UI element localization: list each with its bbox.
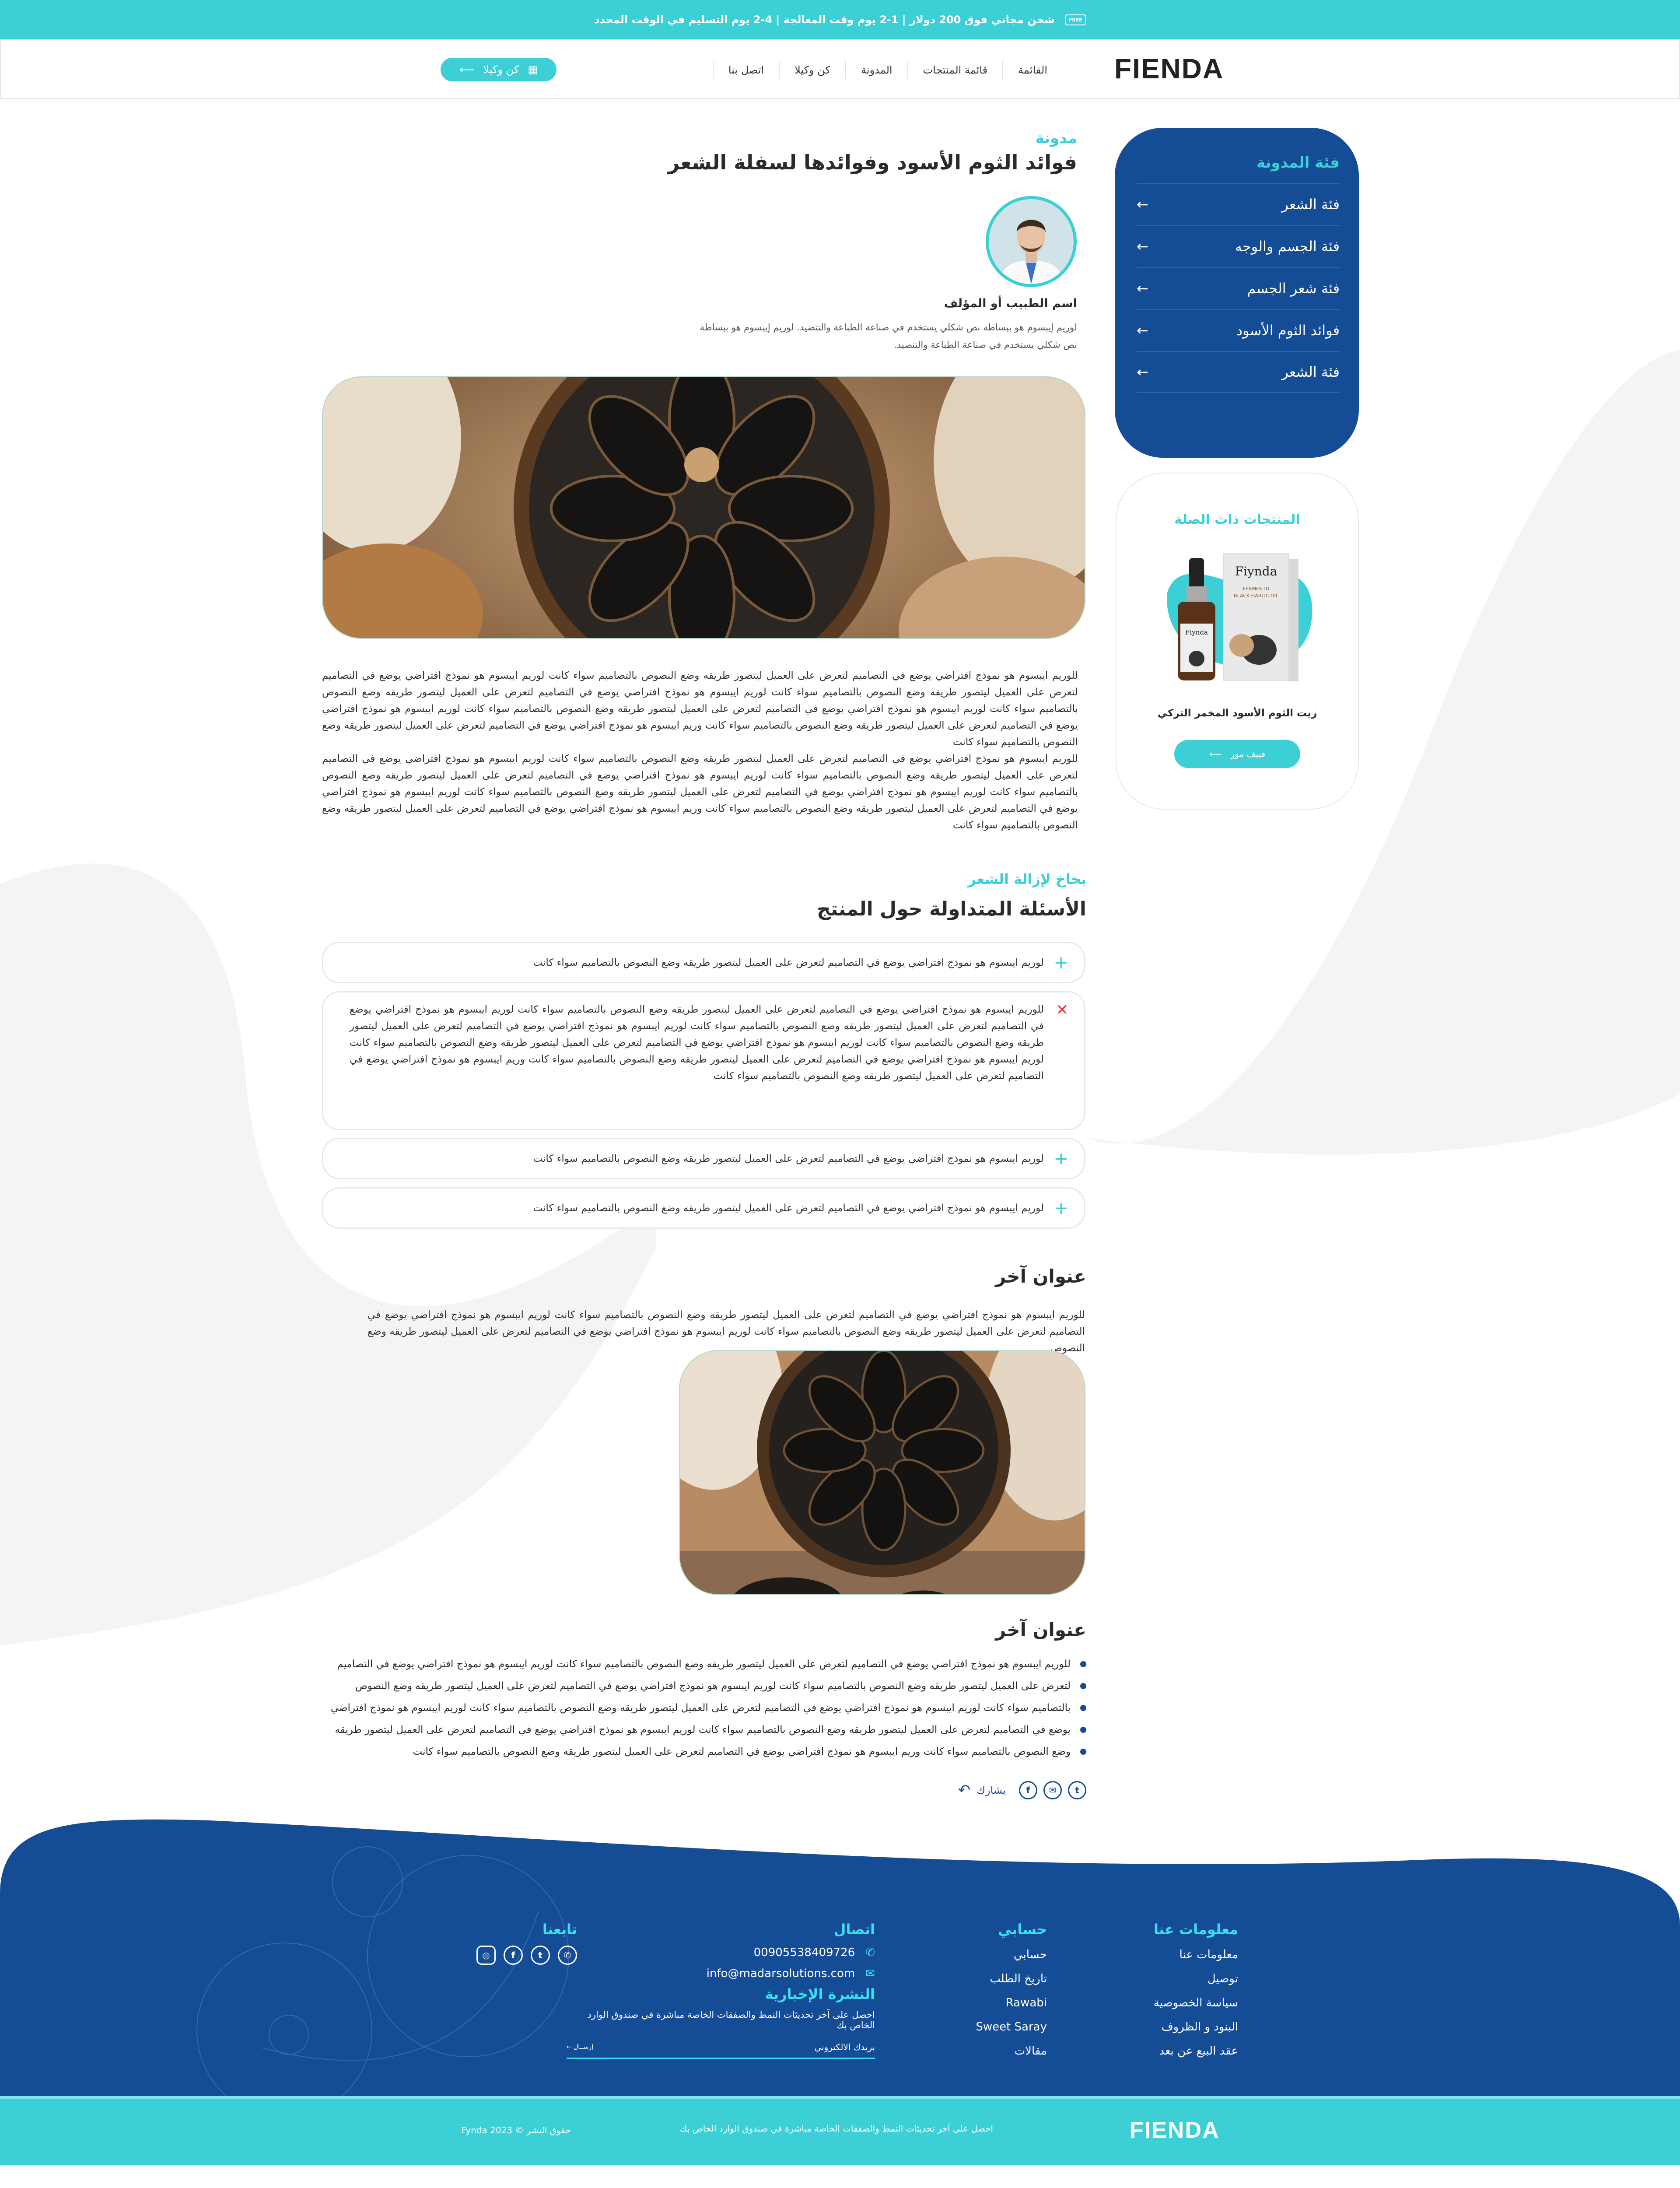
newsletter-title: النشرة الإخبارية: [765, 1986, 875, 2002]
footer-link[interactable]: عقد البيع عن بعد: [1154, 2039, 1238, 2063]
footer-link[interactable]: توصيل: [1154, 1967, 1238, 1991]
page: FREE شحن مجاني فوق 200 دولار | 1-2 يوم و…: [0, 0, 1680, 2165]
footer-contact: اتصال ✆ 00905538409726 ✉ info@madarsolutio…: [560, 1921, 875, 2059]
footer-about: معلومات عنا معلومات عنا توصيل سياسة الخص…: [1154, 1921, 1238, 2063]
footer-wave: [0, 1819, 1680, 2118]
phone-link[interactable]: 00905538409726: [754, 1942, 855, 1963]
footer-logo[interactable]: FIENDA: [1130, 2117, 1220, 2143]
instagram-icon[interactable]: ◎: [476, 1946, 496, 1965]
twitter-icon[interactable]: t: [531, 1946, 550, 1965]
footer-follow: تابعنا ✆ t f ◎: [476, 1921, 577, 1965]
facebook-icon[interactable]: f: [504, 1946, 523, 1965]
newsletter-submit[interactable]: إرســال ←: [567, 2044, 593, 2051]
newsletter-email-input[interactable]: بريدك الالكتروني إرســال ←: [567, 2042, 875, 2059]
footer-link[interactable]: معلومات عنا: [1154, 1943, 1238, 1967]
bottom-bar: FIENDA احصل على آخر تحديثات النمط والصفق…: [0, 2096, 1680, 2165]
bottom-text: احصل على آخر تحديثات النمط والصفقات الخا…: [679, 2123, 993, 2134]
phone-icon: ✆: [865, 1946, 875, 1959]
mail-icon: ✉: [865, 1967, 875, 1980]
footer-link[interactable]: البنود و الظروف: [1154, 2015, 1238, 2039]
footer-link[interactable]: سياسة الخصوصية: [1154, 1991, 1238, 2015]
footer-link[interactable]: حسابي: [976, 1943, 1047, 1967]
whatsapp-icon[interactable]: ✆: [558, 1946, 577, 1965]
footer-link[interactable]: Rawabi: [976, 1991, 1047, 2015]
copyright: حقوق النشر © Fynda 2023: [461, 2125, 571, 2135]
footer-link[interactable]: Sweet Saray: [976, 2015, 1047, 2039]
newsletter-desc: احصل على آخر تحديثات النمط والصفقات الخا…: [587, 2009, 875, 2030]
footer-account: حسابي حسابي تاريخ الطلب Rawabi Sweet Sar…: [976, 1921, 1047, 2063]
email-link[interactable]: info@madarsolutions.com: [707, 1963, 855, 1984]
footer-link[interactable]: مقالات: [976, 2039, 1047, 2063]
footer-link[interactable]: تاريخ الطلب: [976, 1967, 1047, 1991]
